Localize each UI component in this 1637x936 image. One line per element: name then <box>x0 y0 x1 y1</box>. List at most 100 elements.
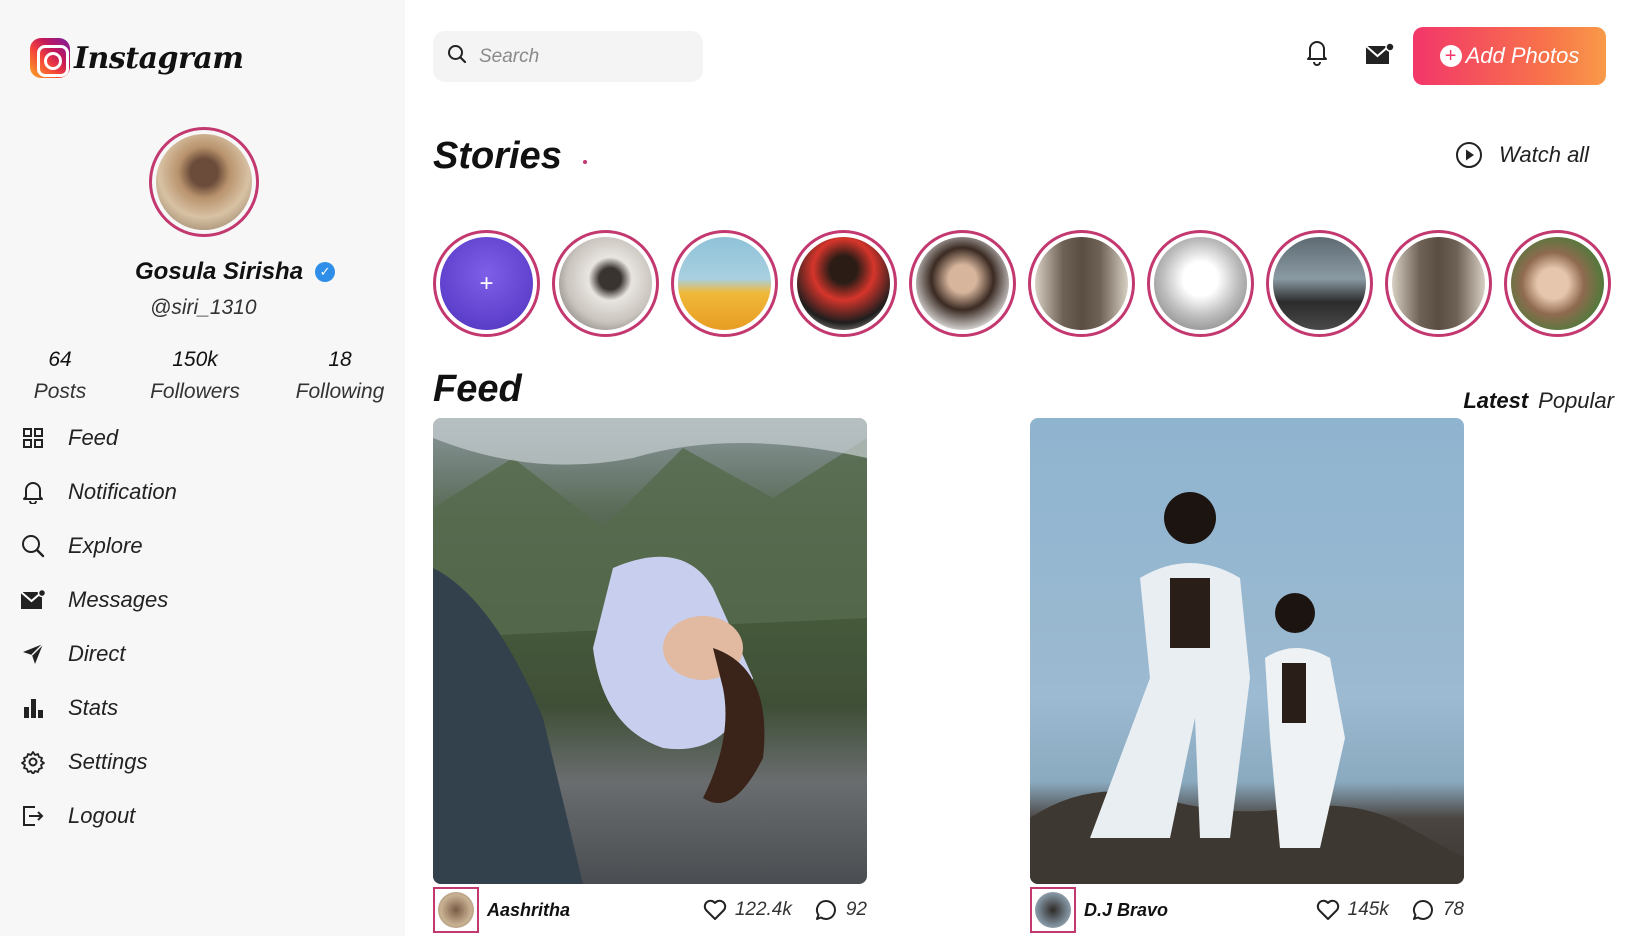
story-photo <box>1273 237 1366 330</box>
story-avatar[interactable] <box>1028 230 1135 337</box>
story-avatar[interactable] <box>1385 230 1492 337</box>
sidebar-item-label: Messages <box>68 587 169 612</box>
verified-badge-icon: ✓ <box>315 262 336 282</box>
stat-value: 18 <box>328 348 352 371</box>
like-count: 145k <box>1347 899 1389 920</box>
story-avatar[interactable] <box>1266 230 1373 337</box>
story-avatar[interactable] <box>1147 230 1254 337</box>
stat-label: Posts <box>33 380 87 403</box>
notification-bell-icon[interactable] <box>1305 38 1333 68</box>
story-add[interactable]: + <box>433 230 540 337</box>
story-avatar[interactable] <box>671 230 778 337</box>
post-meta: 122.4k 92 <box>703 898 867 922</box>
instagram-logo[interactable]: Instagram <box>30 38 244 78</box>
sidebar-item-label: Stats <box>68 695 119 720</box>
instagram-logo-icon <box>30 38 70 78</box>
story-photo <box>678 237 771 330</box>
bell-icon <box>20 479 46 505</box>
tab-popular[interactable]: Popular <box>1538 388 1614 414</box>
search-box[interactable] <box>433 31 703 82</box>
add-story-icon: + <box>440 237 533 330</box>
plus-circle-icon: + <box>1439 45 1462 67</box>
comment-icon[interactable] <box>814 898 838 922</box>
sidebar-item-label: Explore <box>68 533 143 558</box>
stories-heading: Stories <box>433 135 562 177</box>
comment-count: 78 <box>1442 899 1464 920</box>
post-footer: Aashritha 122.4k 92 <box>433 887 867 933</box>
post-author-avatar[interactable] <box>1030 887 1076 933</box>
sidebar-item-label: Direct <box>68 641 126 666</box>
grid-icon <box>20 425 46 451</box>
story-photo <box>916 237 1009 330</box>
post-author-avatar[interactable] <box>433 887 479 933</box>
stories-row: + <box>433 230 1611 337</box>
profile-handle: @siri_1310 <box>150 296 257 319</box>
post-meta: 145k 78 <box>1316 898 1464 922</box>
story-photo <box>1392 237 1485 330</box>
play-circle-icon <box>1456 142 1482 168</box>
search-icon <box>447 44 467 69</box>
profile-name-row: Gosula Sirisha ✓ <box>135 258 336 286</box>
story-photo <box>1035 237 1128 330</box>
stat-following[interactable]: 18 Following <box>285 348 395 404</box>
sidebar-item-logout[interactable]: Logout <box>20 789 177 843</box>
like-count: 122.4k <box>734 899 792 920</box>
story-photo <box>1511 237 1604 330</box>
messages-mail-icon[interactable] <box>1365 42 1395 66</box>
sidebar-item-explore[interactable]: Explore <box>20 519 177 573</box>
heart-icon[interactable] <box>1316 899 1340 921</box>
add-photos-label: Add Photos <box>1465 43 1580 68</box>
send-icon <box>20 641 46 667</box>
search-icon <box>20 533 46 559</box>
tab-latest[interactable]: Latest <box>1463 388 1528 414</box>
comment-icon[interactable] <box>1411 898 1435 922</box>
main-content: + Add Photos Stories Watch all + Feed La… <box>405 0 1637 936</box>
heart-icon[interactable] <box>703 899 727 921</box>
feed-post: D.J Bravo 145k 78 <box>1030 418 1464 933</box>
comment-count: 92 <box>845 899 867 920</box>
story-photo <box>1154 237 1247 330</box>
sidebar-item-notification[interactable]: Notification <box>20 465 177 519</box>
post-image[interactable] <box>433 418 867 884</box>
sidebar-item-settings[interactable]: Settings <box>20 735 177 789</box>
story-avatar[interactable] <box>909 230 1016 337</box>
story-avatar[interactable] <box>790 230 897 337</box>
story-photo <box>797 237 890 330</box>
stat-followers[interactable]: 150k Followers <box>130 348 260 404</box>
post-author[interactable]: D.J Bravo <box>1084 900 1316 921</box>
avatar-photo <box>1035 892 1071 928</box>
stat-value: 64 <box>48 348 72 371</box>
gear-icon <box>20 749 46 775</box>
watch-all-link[interactable]: Watch all <box>1455 141 1589 169</box>
sidebar-item-feed[interactable]: Feed <box>20 411 177 465</box>
logout-icon <box>20 803 46 829</box>
story-avatar[interactable] <box>552 230 659 337</box>
watch-all-label: Watch all <box>1499 142 1590 167</box>
stat-value: 150k <box>172 348 218 371</box>
story-photo <box>559 237 652 330</box>
sidebar: Instagram Gosula Sirisha ✓ @siri_1310 64… <box>0 0 405 936</box>
sidebar-item-label: Feed <box>68 425 119 450</box>
sidebar-item-stats[interactable]: Stats <box>20 681 177 735</box>
stat-posts[interactable]: 64 Posts <box>15 348 105 404</box>
post-footer: D.J Bravo 145k 78 <box>1030 887 1464 933</box>
stat-label: Following <box>295 380 385 403</box>
post-image[interactable] <box>1030 418 1464 884</box>
story-avatar[interactable] <box>1504 230 1611 337</box>
sidebar-item-label: Logout <box>68 803 136 828</box>
post-author[interactable]: Aashritha <box>487 900 703 921</box>
stories-dot <box>583 160 587 164</box>
profile-avatar[interactable] <box>149 127 259 237</box>
sidebar-item-messages[interactable]: Messages <box>20 573 177 627</box>
feed-tabs: Latest Popular <box>1463 388 1614 414</box>
profile-photo <box>156 134 252 230</box>
search-input[interactable] <box>479 45 679 68</box>
add-photos-button[interactable]: + Add Photos <box>1413 27 1606 85</box>
profile-name: Gosula Sirisha <box>135 258 304 285</box>
stat-label: Followers <box>150 380 240 403</box>
sidebar-item-direct[interactable]: Direct <box>20 627 177 681</box>
feed-heading: Feed <box>433 368 522 410</box>
profile-stats: 64 Posts 150k Followers 18 Following <box>15 348 395 404</box>
sidebar-item-label: Notification <box>68 479 177 504</box>
sidebar-item-label: Settings <box>68 749 148 774</box>
